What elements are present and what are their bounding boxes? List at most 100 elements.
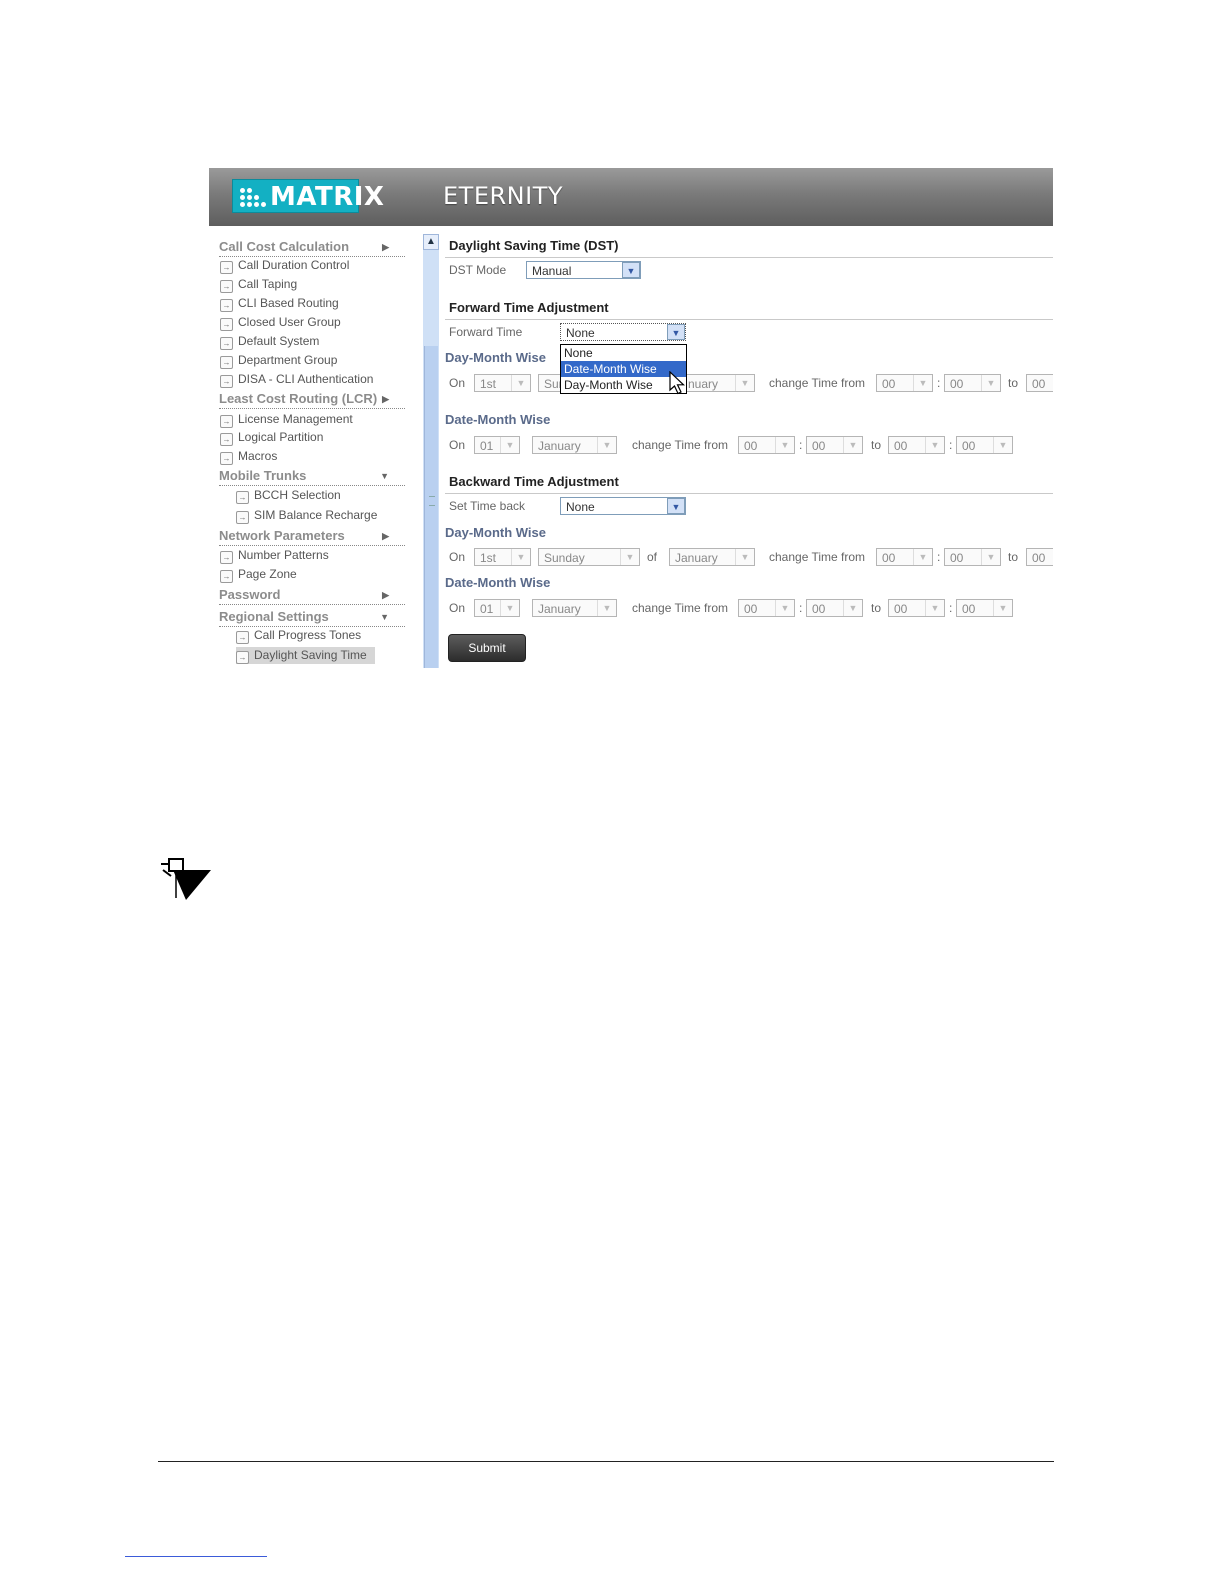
backward-month-select[interactable]: January ▼ — [669, 548, 755, 566]
to-label: to — [1008, 376, 1019, 390]
sidebar-group-network-parameters[interactable]: Network Parameters ▶ — [219, 527, 405, 546]
arrow-box-icon: → — [236, 511, 249, 524]
scroll-up-icon[interactable]: ▲ — [423, 234, 439, 250]
forward-date-to-hour-select[interactable]: 00 ▼ — [888, 436, 945, 454]
forward-dm-to-hour-select[interactable]: 00 — [1026, 374, 1053, 392]
dst-mode-select[interactable]: Manual ▼ — [526, 261, 641, 279]
chevron-down-icon: ▼ — [620, 549, 639, 565]
dropdown-option-date-month-wise[interactable]: Date-Month Wise — [561, 361, 686, 377]
sidebar-item-macros[interactable]: → Macros — [220, 448, 277, 465]
forward-time-select[interactable]: None ▼ — [560, 323, 686, 341]
dst-section-title: Daylight Saving Time (DST) — [449, 238, 619, 253]
backward-date-hour-select[interactable]: 00 ▼ — [738, 599, 795, 617]
arrow-box-icon: → — [220, 356, 233, 369]
sidebar-group-call-cost-calculation[interactable]: Call Cost Calculation ▶ — [219, 238, 405, 257]
colon-separator: : — [949, 601, 953, 615]
divider — [445, 493, 1053, 494]
backward-date-to-hour-select[interactable]: 00 ▼ — [888, 599, 945, 617]
sidebar-item-department-group[interactable]: → Department Group — [220, 352, 337, 369]
colon-separator: : — [937, 550, 941, 564]
forward-date-hour-select[interactable]: 00 ▼ — [738, 436, 795, 454]
chevron-down-icon: ▼ — [993, 437, 1012, 453]
colon-separator: : — [799, 438, 803, 452]
sidebar-item-call-duration-control[interactable]: → Call Duration Control — [220, 257, 349, 274]
arrow-box-icon: → — [220, 433, 233, 446]
forward-day-month-title: Day-Month Wise — [445, 350, 546, 365]
sidebar-item-default-system[interactable]: → Default System — [220, 333, 319, 350]
sidebar-item-daylight-saving-time[interactable]: → Daylight Saving Time — [236, 647, 375, 664]
grip-icon — [429, 496, 435, 506]
backward-date-to-minute-select[interactable]: 00 ▼ — [956, 599, 1013, 617]
forward-ordinal-select[interactable]: 1st ▼ — [474, 374, 531, 392]
chevron-down-icon: ▼ — [380, 612, 389, 622]
forward-section-title: Forward Time Adjustment — [449, 300, 609, 315]
arrow-box-icon: → — [220, 261, 233, 274]
eternity-screenshot: MATRIX ETERNITY Call Cost Calculation ▶ →… — [209, 168, 1053, 668]
set-time-back-select[interactable]: None ▼ — [560, 497, 686, 515]
sidebar-item-license-management[interactable]: → License Management — [220, 411, 353, 428]
divider — [445, 257, 1053, 258]
sidebar-item-bcch-selection[interactable]: → BCCH Selection — [236, 487, 341, 504]
backward-date-select[interactable]: 01 ▼ — [474, 599, 520, 617]
forward-time-dropdown-list: None Date-Month Wise Day-Month Wise — [560, 344, 687, 394]
chevron-down-icon: ▼ — [597, 437, 616, 453]
chevron-down-icon: ▼ — [913, 375, 932, 391]
forward-date-select[interactable]: 01 ▼ — [474, 436, 520, 454]
chevron-down-icon: ▼ — [993, 600, 1012, 616]
chevron-right-icon: ▶ — [382, 242, 389, 252]
forward-date-to-minute-select[interactable]: 00 ▼ — [956, 436, 1013, 454]
scroll-thumb[interactable] — [424, 346, 438, 668]
chevron-right-icon: ▶ — [382, 394, 389, 404]
chevron-down-icon: ▼ — [667, 324, 685, 340]
backward-date-minute-select[interactable]: 00 ▼ — [806, 599, 863, 617]
sidebar-item-sim-balance-recharge[interactable]: → SIM Balance Recharge — [236, 507, 377, 524]
change-time-from-label: change Time from — [769, 376, 866, 390]
app-header: MATRIX ETERNITY — [209, 168, 1053, 226]
sidebar-item-cli-based-routing[interactable]: → CLI Based Routing — [220, 295, 339, 312]
change-time-from-label: change Time from — [632, 601, 729, 615]
sidebar-item-closed-user-group[interactable]: → Closed User Group — [220, 314, 341, 331]
sidebar-group-password[interactable]: Password ▶ — [219, 586, 405, 605]
backward-dm-hour-select[interactable]: 00 ▼ — [876, 548, 933, 566]
sidebar-item-number-patterns[interactable]: → Number Patterns — [220, 547, 329, 564]
backward-dm-minute-select[interactable]: 00 ▼ — [944, 548, 1001, 566]
sidebar-group-regional-settings[interactable]: Regional Settings ▼ — [219, 608, 405, 627]
arrow-box-icon: → — [220, 415, 233, 428]
note-pin-icon — [161, 858, 211, 900]
chevron-down-icon: ▼ — [622, 262, 640, 278]
forward-date-minute-select[interactable]: 00 ▼ — [806, 436, 863, 454]
vertical-scrollbar[interactable]: ▲ — [423, 234, 439, 668]
on-label: On — [449, 438, 466, 452]
sidebar-item-page-zone[interactable]: → Page Zone — [220, 566, 297, 583]
chevron-down-icon: ▼ — [775, 437, 794, 453]
chevron-down-icon: ▼ — [843, 437, 862, 453]
backward-day-select[interactable]: Sunday ▼ — [538, 548, 640, 566]
arrow-box-icon: → — [220, 280, 233, 293]
backward-dm-to-hour-select[interactable]: 00 — [1026, 548, 1053, 566]
forward-dm-hour-select[interactable]: 00 ▼ — [876, 374, 933, 392]
dropdown-option-none[interactable]: None — [561, 345, 686, 361]
logo-dots-icon — [240, 188, 266, 207]
divider — [445, 319, 1053, 320]
sidebar-item-logical-partition[interactable]: → Logical Partition — [220, 429, 323, 446]
sidebar-item-disa-cli-authentication[interactable]: → DISA - CLI Authentication — [220, 371, 373, 388]
arrow-box-icon: → — [220, 570, 233, 583]
forward-dm-minute-select[interactable]: 00 ▼ — [944, 374, 1001, 392]
sidebar-item-call-progress-tones[interactable]: → Call Progress Tones — [236, 627, 361, 644]
forward-date-month-select[interactable]: January ▼ — [532, 436, 617, 454]
sidebar-item-call-taping[interactable]: → Call Taping — [220, 276, 297, 293]
to-label: to — [871, 438, 882, 452]
chevron-down-icon: ▼ — [735, 375, 754, 391]
chevron-down-icon: ▼ — [511, 375, 530, 391]
sidebar-group-mobile-trunks[interactable]: Mobile Trunks ▼ — [219, 467, 405, 486]
backward-ordinal-select[interactable]: 1st ▼ — [474, 548, 531, 566]
on-label: On — [449, 376, 466, 390]
arrow-box-icon: → — [220, 337, 233, 350]
sidebar-group-least-cost-routing[interactable]: Least Cost Routing (LCR) ▶ — [219, 390, 405, 409]
dropdown-option-day-month-wise[interactable]: Day-Month Wise — [561, 377, 686, 393]
chevron-down-icon: ▼ — [380, 471, 389, 481]
backward-date-month-select[interactable]: January ▼ — [532, 599, 617, 617]
chevron-down-icon: ▼ — [667, 498, 685, 514]
submit-button[interactable]: Submit — [448, 634, 526, 662]
forward-month-select[interactable]: nuary ▼ — [683, 374, 755, 392]
